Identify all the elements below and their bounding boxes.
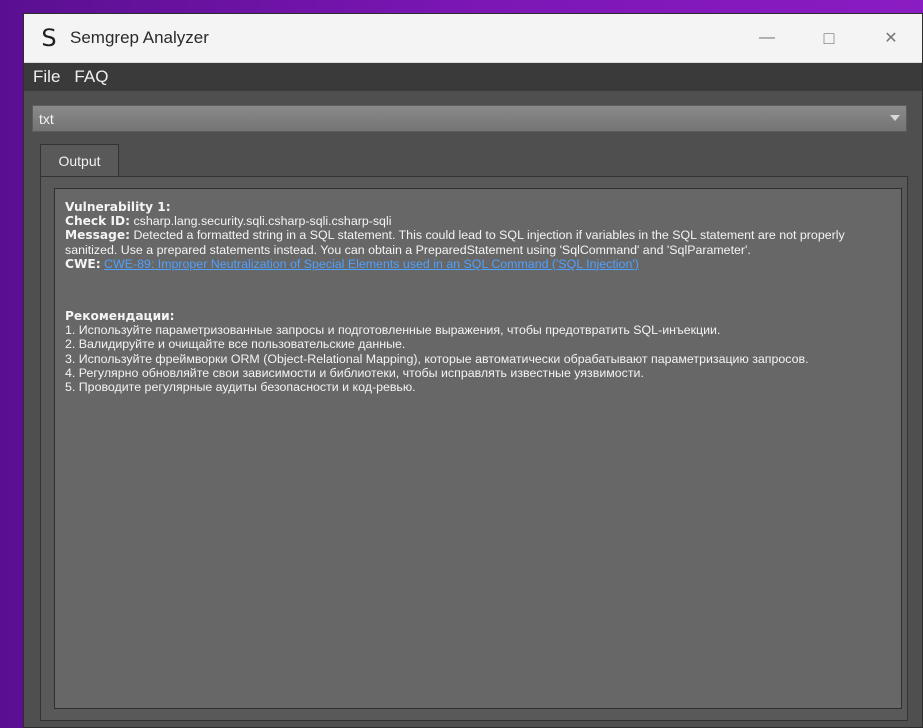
message-line: Message: Detected a formatted string in …: [65, 228, 891, 256]
tab-output[interactable]: Output: [40, 144, 119, 177]
check-id-value: csharp.lang.security.sqli.csharp-sqli.cs…: [133, 214, 392, 229]
file-type-select[interactable]: txt: [32, 105, 907, 132]
recommendation-item: 2. Валидируйте и очищайте все пользовате…: [65, 337, 406, 352]
close-icon: ✕: [884, 30, 898, 47]
message-label: Message:: [65, 228, 130, 243]
output-tab-panel: Vulnerability 1: Check ID: csharp.lang.s…: [40, 176, 908, 721]
app-logo-icon: S: [41, 24, 57, 52]
maximize-icon: □: [823, 27, 835, 48]
check-id-label: Check ID:: [65, 214, 130, 229]
message-value: Detected a formatted string in a SQL sta…: [65, 228, 845, 257]
app-window: S Semgrep Analyzer — □ ✕ File FAQ txt Ou…: [23, 13, 923, 728]
cwe-line: CWE: CWE-89: Improper Neutralization of …: [65, 257, 891, 271]
file-type-value: txt: [39, 110, 54, 127]
close-button[interactable]: ✕: [860, 14, 922, 62]
recommendation-item: 4. Регулярно обновляйте свои зависимости…: [65, 365, 644, 380]
menu-file[interactable]: File: [33, 67, 60, 87]
cwe-label: CWE:: [65, 256, 101, 271]
vulnerability-heading: Vulnerability 1:: [65, 200, 171, 214]
minimize-button[interactable]: —: [736, 14, 798, 62]
window-title: Semgrep Analyzer: [70, 28, 209, 47]
cwe-link[interactable]: CWE-89: Improper Neutralization of Speci…: [104, 257, 639, 271]
tab-output-label: Output: [58, 153, 101, 169]
maximize-button[interactable]: □: [798, 14, 860, 62]
recommendation-item: 3. Используйте фреймворки ORM (Object-Re…: [65, 351, 809, 366]
menu-faq[interactable]: FAQ: [74, 67, 108, 87]
minimize-icon: —: [759, 29, 775, 46]
title-bar[interactable]: S Semgrep Analyzer — □ ✕: [24, 14, 922, 63]
output-text-area[interactable]: Vulnerability 1: Check ID: csharp.lang.s…: [54, 188, 902, 709]
recommendation-item: 1. Используйте параметризованные запросы…: [65, 323, 721, 338]
check-id-line: Check ID: csharp.lang.security.sqli.csha…: [65, 214, 891, 228]
menu-bar: File FAQ: [24, 63, 922, 91]
chevron-down-icon[interactable]: [890, 115, 900, 121]
recommendation-item: 5. Проводите регулярные аудиты безопасно…: [65, 380, 416, 395]
window-controls: — □ ✕: [736, 14, 922, 62]
recommendations-heading: Рекомендации:: [65, 309, 175, 324]
